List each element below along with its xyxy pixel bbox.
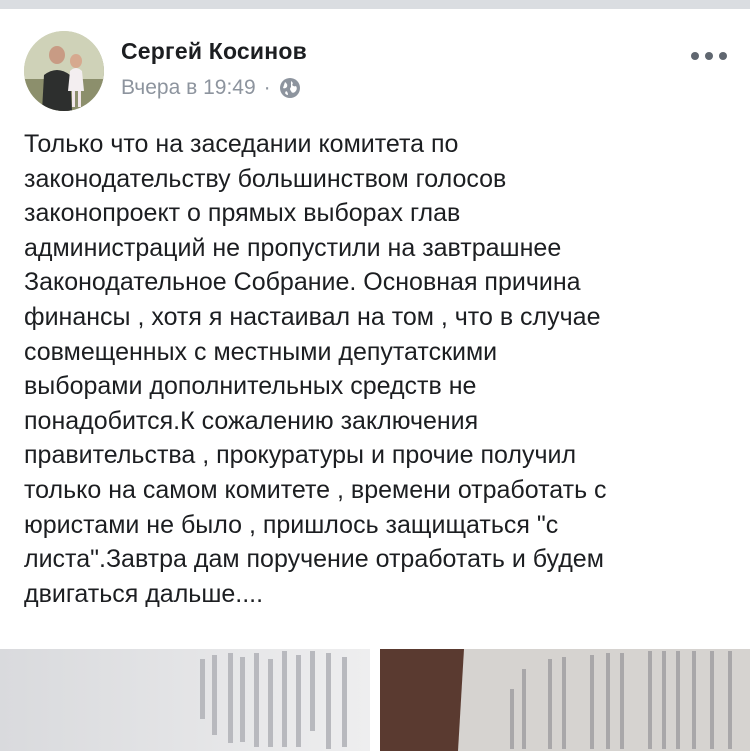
author-name[interactable]: Сергей Косинов: [121, 38, 307, 65]
more-options-icon[interactable]: [691, 44, 727, 68]
meta-separator: ·: [263, 76, 271, 99]
globe-icon[interactable]: [279, 77, 301, 99]
more-dot: [705, 52, 713, 60]
post-timestamp[interactable]: Вчера в 19:49: [121, 76, 256, 100]
avatar-photo: [24, 31, 104, 111]
top-divider: [0, 0, 750, 9]
avatar[interactable]: [24, 31, 104, 111]
post-photo-document-1[interactable]: [0, 649, 370, 751]
more-dot: [719, 52, 727, 60]
post-photos: [0, 649, 750, 751]
post-text: Только что на заседании комитета по зако…: [24, 130, 607, 608]
post-photo-document-2[interactable]: [380, 649, 750, 751]
post-meta: Вчера в 19:49 ·: [121, 76, 301, 100]
more-dot: [691, 52, 699, 60]
